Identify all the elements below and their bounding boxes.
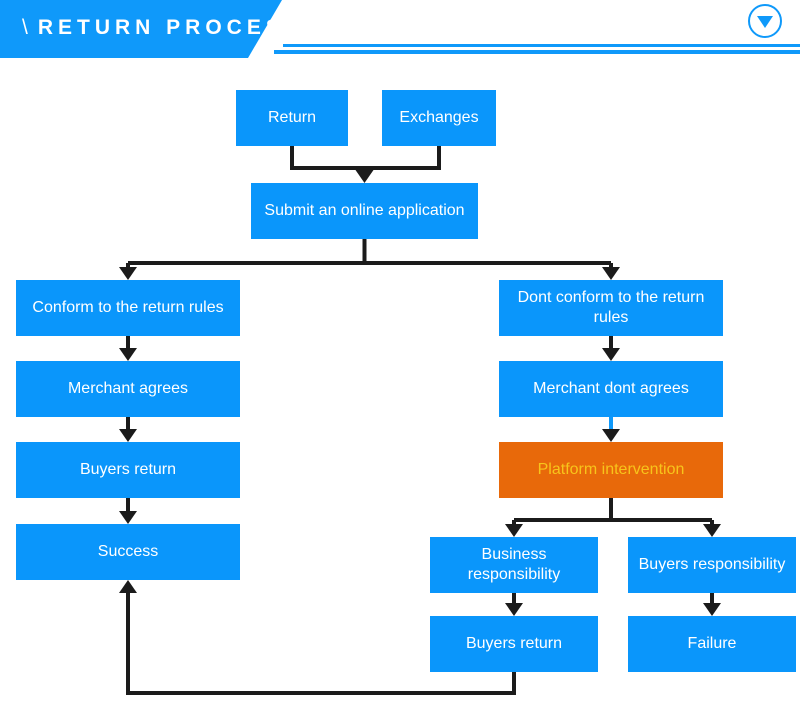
arrowhead-to-dont-conform-rules bbox=[602, 267, 620, 280]
arrowhead-merchant-agrees-to-buyers-return bbox=[119, 429, 137, 442]
arrowhead-buyers-return-to-success bbox=[119, 511, 137, 524]
arrowhead-dont-conform-to-merchant-dont bbox=[602, 348, 620, 361]
title-slash-glyph: \ bbox=[22, 16, 28, 39]
flow-node-label: Merchant dont agrees bbox=[533, 380, 689, 397]
arrowhead-buyers-resp-to-failure bbox=[703, 603, 721, 616]
flow-node-conform-rules[interactable]: Conform to the return rules bbox=[16, 280, 240, 336]
flowchart-canvas: Return Exchanges Submit an online applicat… bbox=[0, 58, 800, 709]
flow-node-label: Buyers return bbox=[79, 461, 177, 478]
flow-node-dont-conform-rules[interactable]: Dont conform to the return rules bbox=[499, 280, 723, 336]
header-rule-line-top bbox=[283, 44, 800, 47]
flow-node-label: Dont conform to the return rules bbox=[517, 289, 705, 326]
arrowhead-conform-to-merchant-agrees bbox=[119, 348, 137, 361]
flow-node-exchanges[interactable]: Exchanges bbox=[382, 90, 496, 146]
flowchart-page: \ RETURN PROCESS Return Exchanges Submit a… bbox=[0, 0, 800, 709]
arrowhead-business-to-buyers-return bbox=[505, 603, 523, 616]
arrowhead-to-submit-application bbox=[355, 170, 374, 183]
flow-node-label: Buyers return bbox=[465, 635, 563, 652]
page-title: \ RETURN PROCESS bbox=[22, 13, 304, 43]
chevron-down-triangle bbox=[757, 16, 773, 28]
flow-node-return[interactable]: Return bbox=[236, 90, 348, 146]
flow-node-buyers-responsibility[interactable]: Buyers responsibility bbox=[628, 537, 796, 593]
flow-node-failure[interactable]: Failure bbox=[628, 616, 796, 672]
header-rule-line-bottom bbox=[274, 50, 800, 54]
flow-node-label: Conform to the return rules bbox=[32, 299, 224, 316]
flow-node-platform-intervention[interactable]: Platform intervention bbox=[499, 442, 723, 498]
flow-node-buyers-return-left[interactable]: Buyers return bbox=[16, 442, 240, 498]
flow-node-label: Failure bbox=[687, 635, 737, 652]
arrowhead-to-buyers-responsibility bbox=[703, 524, 721, 537]
flow-node-label: Buyers responsibility bbox=[638, 556, 786, 573]
flow-node-label: Merchant agrees bbox=[67, 380, 189, 397]
flow-node-label: Submit an online application bbox=[264, 202, 465, 219]
flow-node-merchant-agrees[interactable]: Merchant agrees bbox=[16, 361, 240, 417]
flow-node-label: Exchanges bbox=[399, 109, 479, 126]
chevron-down-circle-icon[interactable] bbox=[748, 4, 782, 38]
page-title-text: RETURN PROCESS bbox=[37, 16, 304, 39]
flow-node-label: Success bbox=[97, 543, 159, 560]
arrowhead-to-business-responsibility bbox=[505, 524, 523, 537]
arrowhead-merchant-dont-to-platform bbox=[602, 429, 620, 442]
arrowhead-to-success bbox=[119, 580, 137, 593]
flow-node-label: Platform intervention bbox=[537, 461, 685, 478]
flow-node-buyers-return-right[interactable]: Buyers return bbox=[430, 616, 598, 672]
arrowhead-to-conform-rules bbox=[119, 267, 137, 280]
page-header: \ RETURN PROCESS bbox=[0, 0, 800, 58]
flow-node-label: Return bbox=[267, 109, 317, 126]
flow-node-business-responsibility[interactable]: Business responsibility bbox=[430, 537, 598, 593]
flow-node-label: Business responsibility bbox=[467, 546, 561, 583]
flow-node-submit-application[interactable]: Submit an online application bbox=[251, 183, 478, 239]
flow-node-merchant-dont-agrees[interactable]: Merchant dont agrees bbox=[499, 361, 723, 417]
edge-return-exchanges-merge bbox=[290, 146, 441, 170]
flow-node-success[interactable]: Success bbox=[16, 524, 240, 580]
